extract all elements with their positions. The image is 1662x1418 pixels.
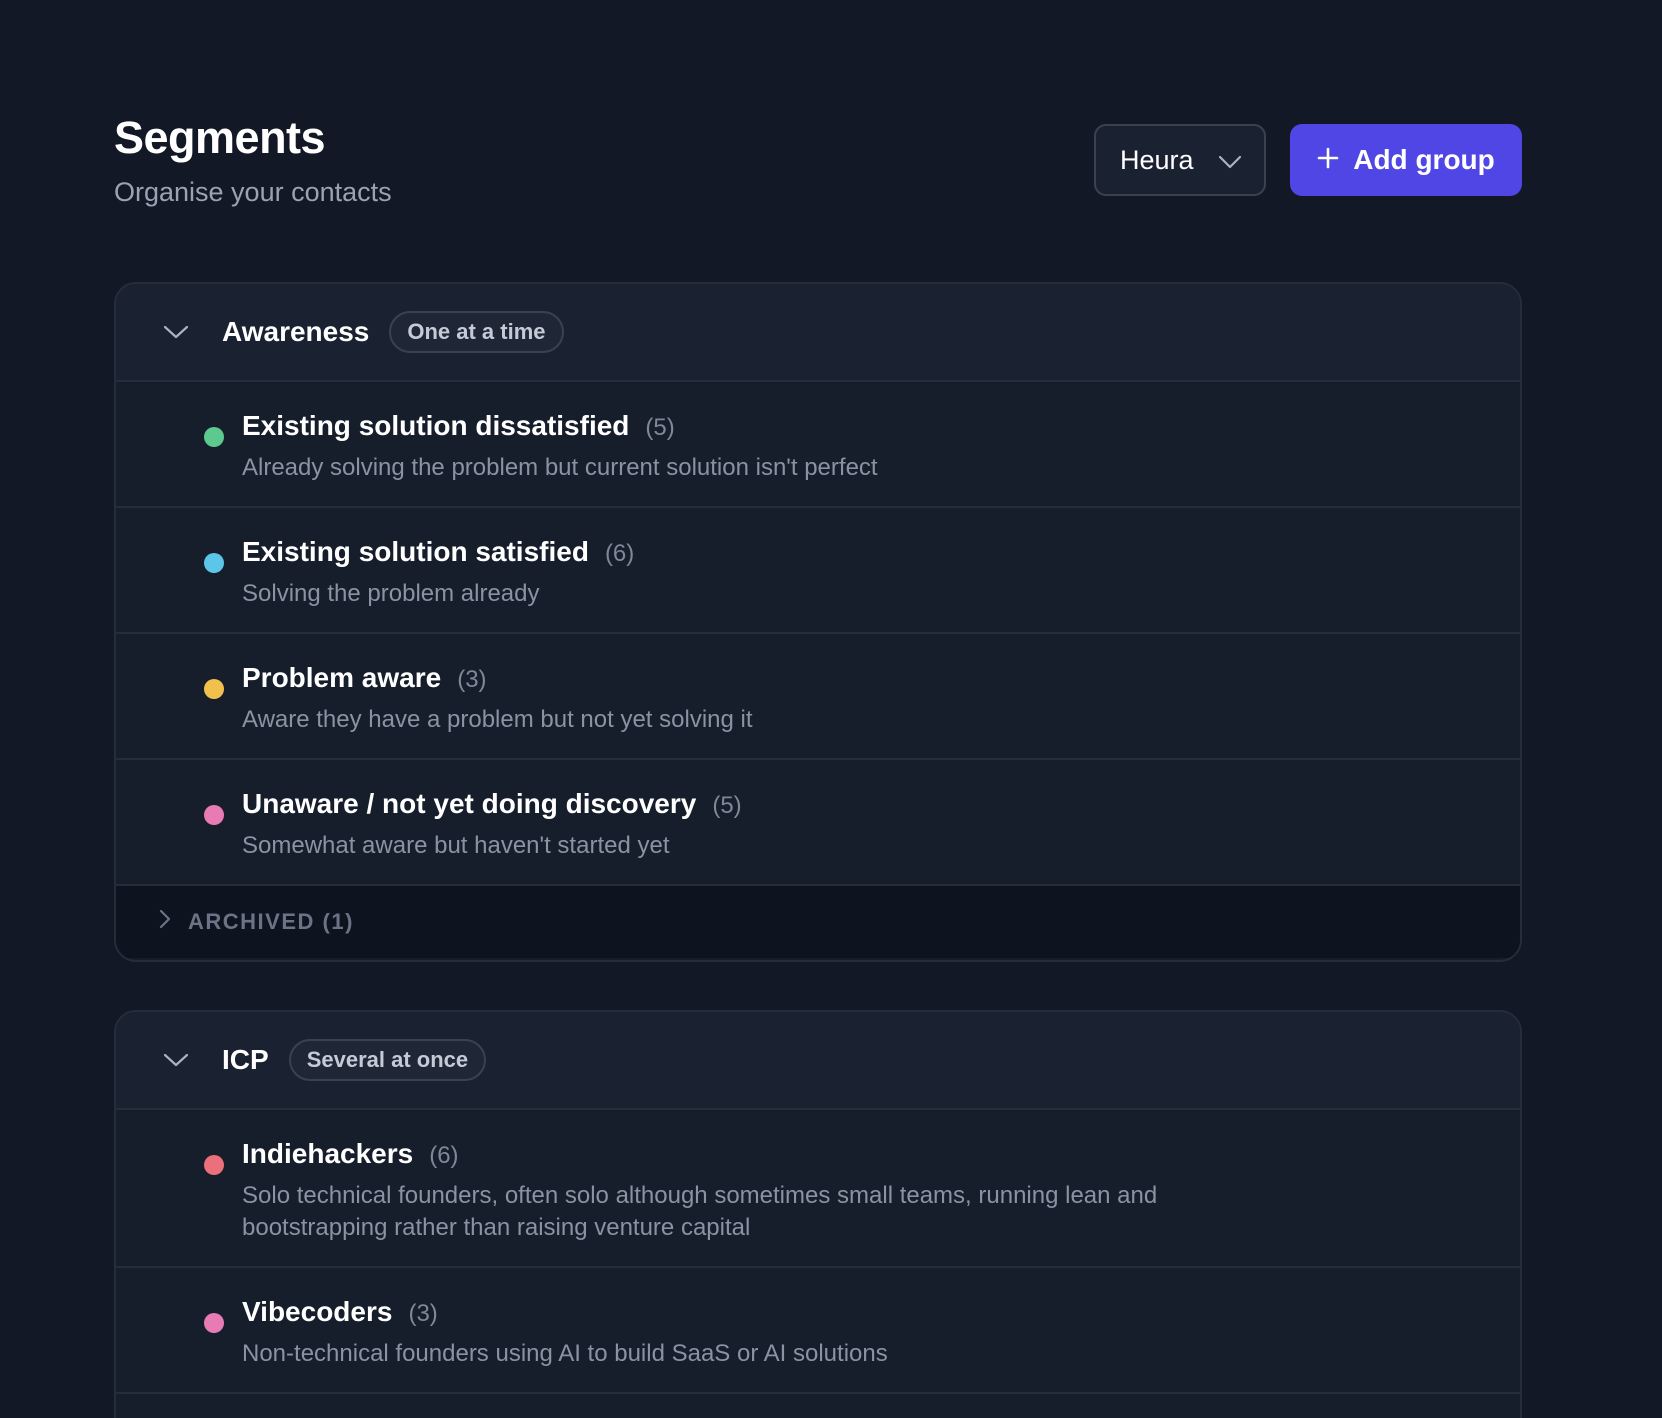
segment-color-dot — [204, 805, 224, 825]
add-group-label: Add group — [1353, 144, 1495, 175]
segment-color-dot — [204, 553, 224, 573]
segment-row[interactable]: Vibecoders (3) Non-technical founders us… — [116, 1268, 1520, 1394]
segment-count: (3) — [457, 666, 487, 693]
group-mode-badge: One at a time — [389, 311, 564, 353]
chevron-right-icon — [158, 908, 172, 936]
group-header[interactable]: ICP Several at once — [116, 1012, 1520, 1110]
segment-color-dot — [204, 427, 224, 447]
segment-row[interactable]: Existing solution dissatisfied (5) Alrea… — [116, 382, 1520, 508]
segment-count: (6) — [429, 1142, 459, 1169]
segment-name: Problem aware — [242, 662, 442, 693]
plus-icon — [1317, 144, 1339, 176]
chevron-down-icon — [1218, 145, 1242, 176]
chevron-down-icon[interactable] — [160, 1044, 192, 1076]
segment-count: (5) — [712, 792, 742, 819]
project-select-value: Heura — [1120, 144, 1194, 175]
segment-description: Solo technical founders, often solo alth… — [242, 1182, 1158, 1241]
segment-row[interactable]: Existing solution satisfied (6) Solving … — [116, 508, 1520, 634]
segment-description: Aware they have a problem but not yet so… — [242, 706, 753, 733]
segment-description: Non-technical founders using AI to build… — [242, 1340, 888, 1367]
segment-name: Indiehackers — [242, 1138, 414, 1169]
segment-name: Existing solution satisfied — [242, 536, 589, 567]
segment-name: Vibecoders — [242, 1296, 393, 1327]
segment-description: Somewhat aware but haven't started yet — [242, 832, 670, 859]
segment-color-dot — [204, 679, 224, 699]
segments-page: Segments Organise your contacts Heura Ad… — [0, 0, 1662, 1418]
segment-name: Unaware / not yet doing discovery — [242, 788, 697, 819]
group-name: Awareness — [222, 316, 370, 347]
segment-count: (5) — [645, 414, 675, 441]
segment-name: Existing solution dissatisfied — [242, 410, 630, 441]
archived-toggle[interactable]: ARCHIVED (1) — [116, 886, 1520, 958]
segment-description: Already solving the problem but current … — [242, 454, 878, 481]
segment-row[interactable]: Indiehackers (6) Solo technical founders… — [116, 1110, 1520, 1268]
segment-count: (3) — [408, 1300, 438, 1327]
archived-label: ARCHIVED (1) — [188, 909, 354, 934]
project-select[interactable]: Heura — [1094, 124, 1266, 196]
header-actions: Heura Add group — [1094, 124, 1522, 196]
segment-count: (6) — [604, 540, 635, 567]
segment-color-dot — [204, 1155, 224, 1175]
add-group-button[interactable]: Add group — [1290, 124, 1522, 196]
chevron-down-icon[interactable] — [160, 316, 192, 348]
segment-color-dot — [204, 1313, 224, 1333]
group-mode-badge: Several at once — [288, 1039, 487, 1081]
group-card-icp: ICP Several at once Indiehackers (6) Sol… — [114, 1010, 1522, 1418]
segment-row[interactable]: Problem aware (3) Aware they have a prob… — [116, 634, 1520, 760]
segment-row[interactable]: Unaware / not yet doing discovery (5) So… — [116, 760, 1520, 886]
group-card-awareness: Awareness One at a time Existing solutio… — [114, 282, 1522, 962]
group-name: ICP — [222, 1044, 269, 1075]
page-header: Segments Organise your contacts Heura Ad… — [114, 108, 1522, 218]
segment-description: Solving the problem already — [242, 580, 540, 607]
group-header[interactable]: Awareness One at a time — [116, 284, 1520, 382]
